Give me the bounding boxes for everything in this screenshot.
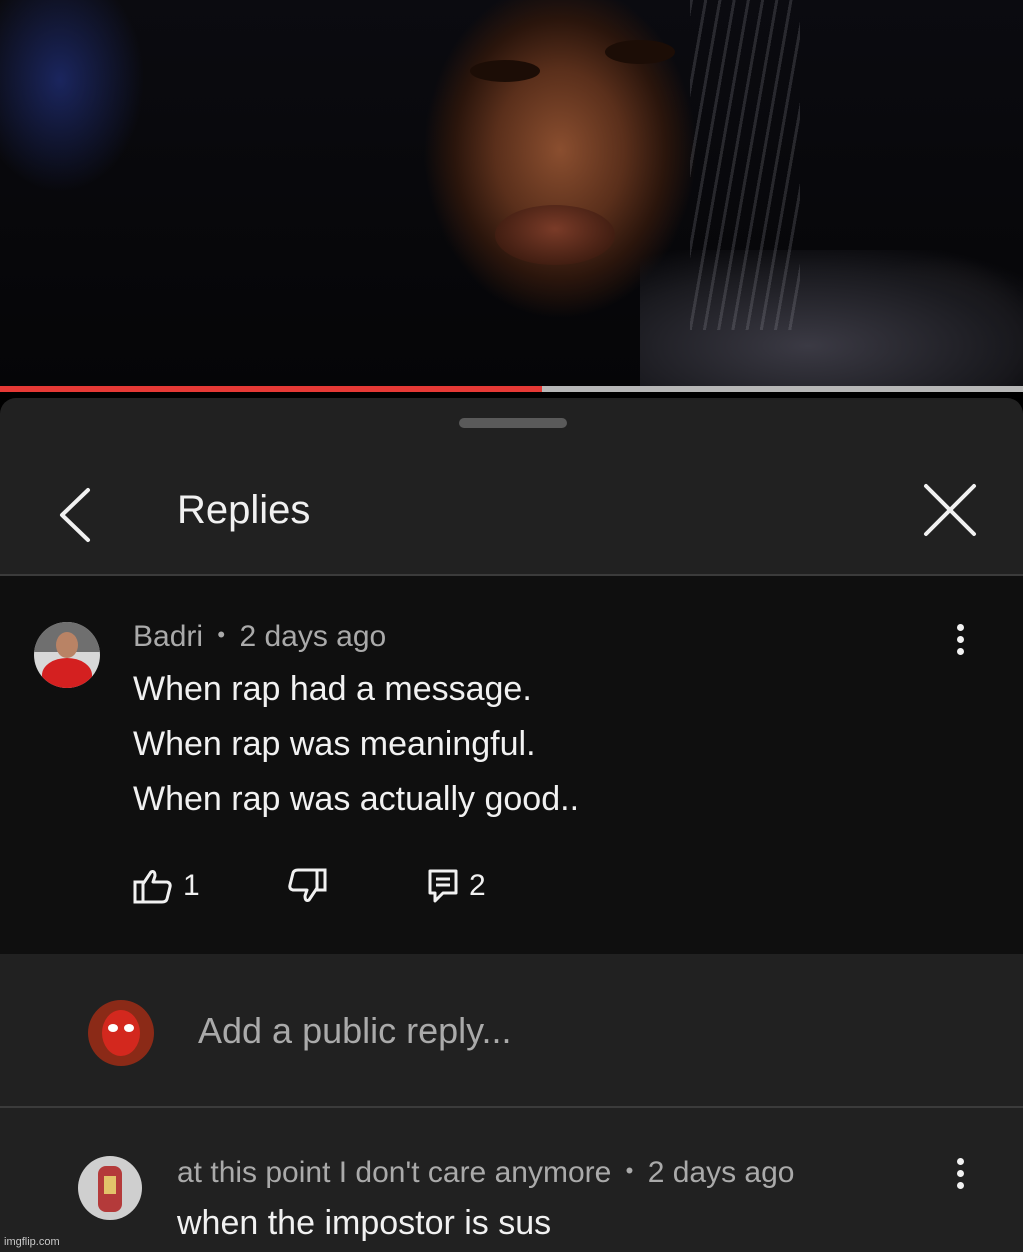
meta-separator: • [217,622,226,647]
chevron-left-icon[interactable] [50,480,100,550]
comment-text: when the impostor is sus [177,1204,552,1242]
reply-count: 2 [469,869,486,902]
dislike-button[interactable] [287,866,327,906]
parent-comment: Badri • 2 days ago When rap had a messag… [0,576,1023,954]
reply-comment: at this point I don't care anymore • 2 d… [0,1110,1023,1252]
video-frame-eye [605,40,675,64]
comment-time: 2 days ago [239,620,387,653]
comment-author[interactable]: at this point I don't care anymore [177,1156,611,1189]
watermark: imgflip.com [4,1236,60,1248]
comment-time: 2 days ago [647,1156,795,1189]
replies-button[interactable]: 2 [427,866,486,906]
comment-line: When rap had a message. [133,670,532,708]
avatar [88,1000,154,1066]
close-icon[interactable] [920,480,980,540]
avatar-figure-detail [104,1176,116,1194]
comment-icon [428,869,458,903]
more-options-icon[interactable] [945,624,975,664]
avatar-face [102,1010,140,1056]
avatar[interactable] [78,1156,142,1220]
avatar[interactable] [34,622,100,688]
reply-input[interactable] [198,1006,898,1056]
comment-line: When rap was meaningful. [133,725,536,763]
video-player[interactable] [0,0,1023,388]
comment-meta: Badri • 2 days ago [133,620,386,654]
reply-composer [0,954,1023,1106]
replies-panel: Replies Badri • 2 days ago When rap had … [0,398,1023,1252]
video-frame-mouth [495,205,615,265]
comment-author[interactable]: Badri [133,620,203,653]
comment-text: When rap had a message. When rap was mea… [133,662,579,827]
avatar-head [56,632,78,658]
meta-separator: • [625,1158,634,1183]
video-progress-bar[interactable] [0,386,1023,392]
comment-line: When rap was actually good.. [133,780,580,818]
comment-meta: at this point I don't care anymore • 2 d… [177,1156,794,1190]
like-button[interactable]: 1 [133,866,200,906]
more-options-icon[interactable] [945,1158,975,1198]
video-frame-hair [690,0,800,330]
avatar-eye [108,1024,118,1032]
thumbs-down-icon [288,868,327,902]
video-frame-eye [470,60,540,82]
divider [0,1106,1023,1108]
avatar-eye [124,1024,134,1032]
thumbs-up-icon [133,870,172,904]
avatar-shirt [42,658,92,688]
page-title: Replies [177,488,311,532]
like-count: 1 [183,869,200,902]
drag-handle[interactable] [459,418,567,428]
replies-header: Replies [0,458,1023,574]
video-progress-fill [0,386,543,392]
